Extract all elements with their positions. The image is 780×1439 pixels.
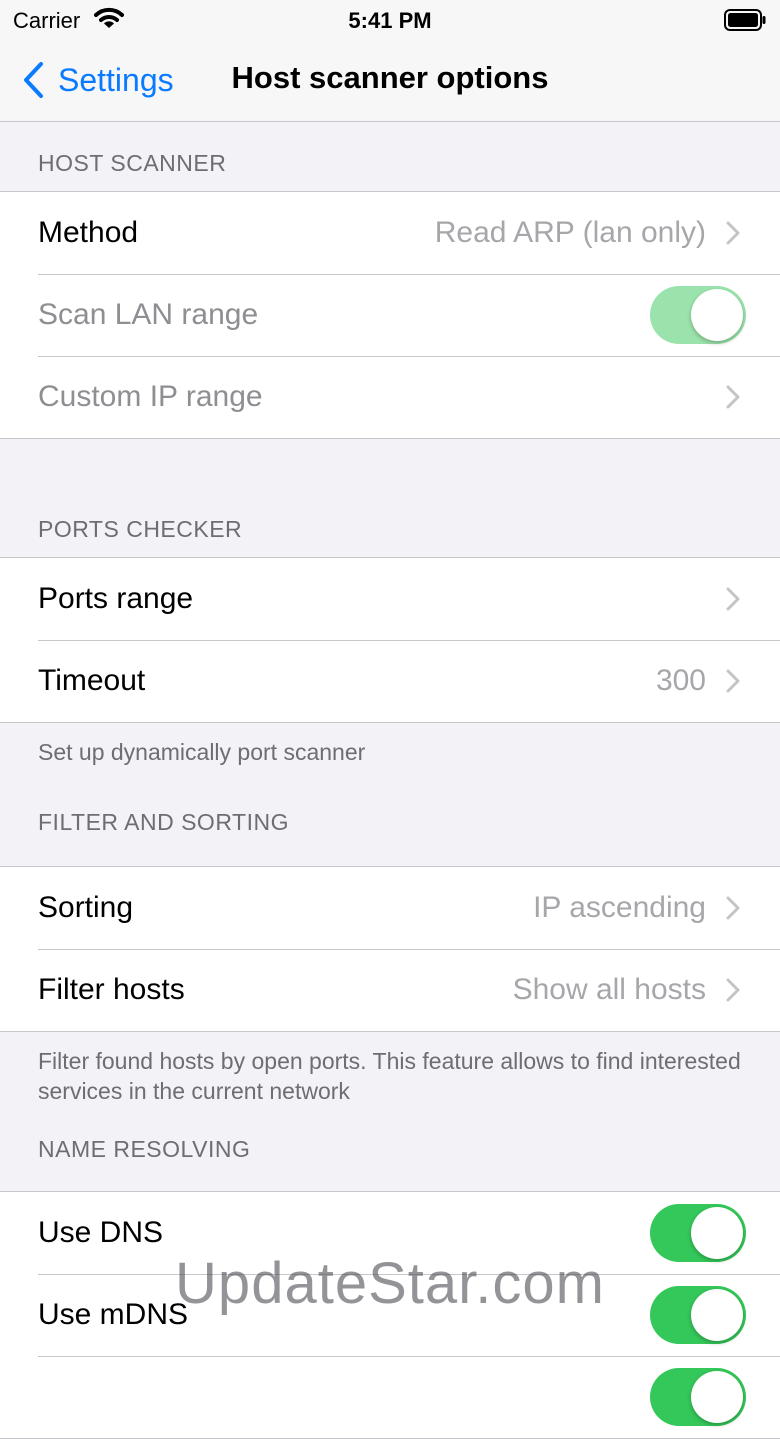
page-title: Host scanner options: [231, 60, 549, 95]
chevron-right-icon: [726, 669, 740, 693]
row-ports-range[interactable]: Ports range: [0, 558, 780, 640]
chevron-right-icon: [726, 587, 740, 611]
section-header-name-resolving: NAME RESOLVING: [38, 1136, 251, 1162]
row-filter-hosts[interactable]: Filter hosts Show all hosts: [0, 949, 780, 1031]
chevron-right-icon: [726, 385, 740, 409]
row-method[interactable]: Method Read ARP (lan only): [0, 192, 780, 274]
settings-list: HOST SCANNER Method Read ARP (lan only) …: [0, 122, 780, 1439]
row-value: Show all hosts: [512, 973, 706, 1006]
section-footer-ports-checker: Set up dynamically port scanner: [38, 739, 366, 765]
battery-icon: [724, 9, 766, 36]
watermark: UpdateStar.com: [175, 1251, 605, 1316]
status-time: 5:41 PM: [348, 8, 432, 33]
group-ports-checker: Ports range Timeout 300: [0, 557, 780, 723]
section-footer-filter-sorting: Filter found hosts by open ports. This f…: [38, 1048, 741, 1104]
row-value: Read ARP (lan only): [434, 216, 706, 249]
row-label: Custom IP range: [38, 380, 263, 413]
row-label: Use DNS: [38, 1216, 164, 1249]
row-label: Sorting: [38, 891, 134, 924]
navigation-bar: Settings Host scanner options: [0, 40, 780, 122]
group-filter-sorting: Sorting IP ascending Filter hosts Show a…: [0, 866, 780, 1032]
row-custom-ip-range[interactable]: Custom IP range: [0, 356, 780, 438]
row-label: Filter hosts: [38, 973, 185, 1006]
chevron-right-icon: [726, 221, 740, 245]
section-header-ports-checker: PORTS CHECKER: [38, 516, 243, 542]
toggle-knob: [691, 1371, 743, 1423]
row-value: IP ascending: [533, 891, 706, 924]
row-sorting[interactable]: Sorting IP ascending: [0, 867, 780, 949]
section-header-filter-sorting: FILTER AND SORTING: [38, 809, 289, 835]
row-timeout[interactable]: Timeout 300: [0, 640, 780, 722]
toggle-knob: [691, 289, 743, 341]
row-label: Ports range: [38, 582, 194, 615]
chevron-right-icon: [726, 896, 740, 920]
row-label: Timeout: [38, 664, 146, 697]
third-toggle[interactable]: [650, 1368, 746, 1426]
row-value: 300: [655, 664, 706, 697]
status-bar: Carrier 5:41 PM: [0, 0, 780, 40]
row-third-toggle: [0, 1356, 780, 1438]
section-header-host-scanner: HOST SCANNER: [38, 150, 227, 176]
chevron-right-icon: [726, 978, 740, 1002]
row-scan-lan-range: Scan LAN range: [0, 274, 780, 356]
row-label: Scan LAN range: [38, 298, 259, 331]
group-host-scanner: Method Read ARP (lan only) Scan LAN rang…: [0, 191, 780, 439]
row-label: Method: [38, 216, 139, 249]
scan-lan-range-toggle[interactable]: [650, 286, 746, 344]
